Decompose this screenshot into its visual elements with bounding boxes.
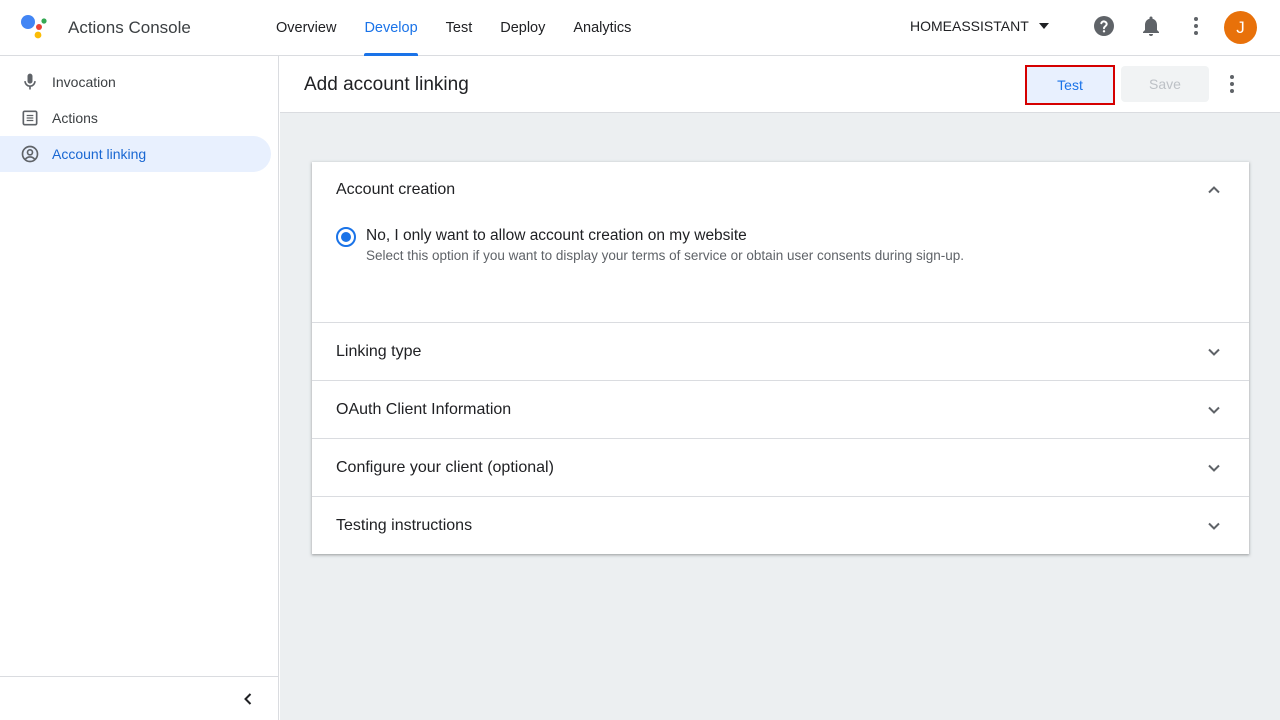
chevron-down-icon — [1208, 406, 1220, 414]
radio-label[interactable]: No, I only want to allow account creatio… — [366, 226, 964, 246]
sidebar-item-label: Account linking — [52, 146, 147, 162]
sidebar-item-invocation[interactable]: Invocation — [0, 64, 271, 100]
section-header[interactable]: Testing instructions — [312, 497, 1249, 554]
sidebar-item-actions[interactable]: Actions — [0, 100, 271, 136]
sidebar-footer — [0, 676, 279, 720]
account-creation-option: No, I only want to allow account creatio… — [336, 226, 964, 265]
account-linking-card: Account creation No, I only want to allo… — [312, 162, 1249, 554]
tab-test[interactable]: Test — [432, 0, 487, 56]
section-title: Configure your client (optional) — [336, 458, 554, 476]
sidebar: Invocation Actions Account linking — [0, 56, 279, 720]
page-header: Add account linking Test Save — [280, 56, 1280, 113]
section-header[interactable]: Configure your client (optional) — [312, 439, 1249, 496]
chevron-down-icon — [1208, 348, 1220, 356]
google-assistant-logo — [21, 15, 47, 39]
list-icon — [20, 108, 40, 128]
chevron-up-icon — [1208, 186, 1220, 194]
radio-selected-dot — [341, 232, 351, 242]
main-nav: Overview Develop Test Deploy Analytics — [262, 0, 645, 56]
tab-analytics[interactable]: Analytics — [559, 0, 645, 56]
bell-icon[interactable] — [1139, 14, 1163, 38]
section-oauth-client-information: OAuth Client Information — [312, 381, 1249, 439]
section-title: Linking type — [336, 342, 422, 360]
more-vert-icon[interactable] — [1184, 14, 1208, 38]
top-bar: Actions Console Overview Develop Test De… — [0, 0, 1280, 56]
avatar[interactable]: J — [1224, 11, 1257, 44]
account-circle-icon — [20, 144, 40, 164]
more-vert-icon[interactable] — [1220, 72, 1244, 96]
tab-deploy[interactable]: Deploy — [486, 0, 559, 56]
mic-icon — [20, 72, 40, 92]
radio-button[interactable] — [336, 227, 356, 247]
section-title: OAuth Client Information — [336, 400, 512, 418]
sidebar-item-label: Actions — [52, 110, 98, 126]
section-account-creation: Account creation No, I only want to allo… — [312, 162, 1249, 323]
main-content: Add account linking Test Save Account cr… — [280, 56, 1280, 720]
section-header[interactable]: Linking type — [312, 323, 1249, 380]
help-icon[interactable] — [1092, 14, 1116, 38]
sidebar-item-account-linking[interactable]: Account linking — [0, 136, 271, 172]
chevron-down-icon — [1208, 522, 1220, 530]
project-name: HOMEASSISTANT — [910, 18, 1029, 34]
tab-overview[interactable]: Overview — [262, 0, 350, 56]
radio-help-text: Select this option if you want to displa… — [366, 248, 965, 263]
section-title: Testing instructions — [336, 516, 473, 534]
save-button[interactable]: Save — [1121, 66, 1209, 102]
section-linking-type: Linking type — [312, 323, 1249, 381]
chevron-left-icon[interactable] — [238, 689, 258, 709]
sidebar-item-label: Invocation — [52, 74, 116, 90]
section-configure-client: Configure your client (optional) — [312, 439, 1249, 497]
test-button[interactable]: Test — [1025, 65, 1115, 105]
section-title: Account creation — [336, 181, 456, 198]
section-testing-instructions: Testing instructions — [312, 497, 1249, 554]
section-header[interactable]: OAuth Client Information — [312, 381, 1249, 438]
tab-develop[interactable]: Develop — [350, 0, 431, 56]
caret-down-icon — [1038, 23, 1049, 29]
section-header[interactable]: Account creation — [312, 162, 1249, 218]
project-selector[interactable]: HOMEASSISTANT — [910, 18, 1049, 34]
chevron-down-icon — [1208, 464, 1220, 472]
page-title: Add account linking — [304, 74, 469, 95]
app-title[interactable]: Actions Console — [68, 18, 191, 38]
